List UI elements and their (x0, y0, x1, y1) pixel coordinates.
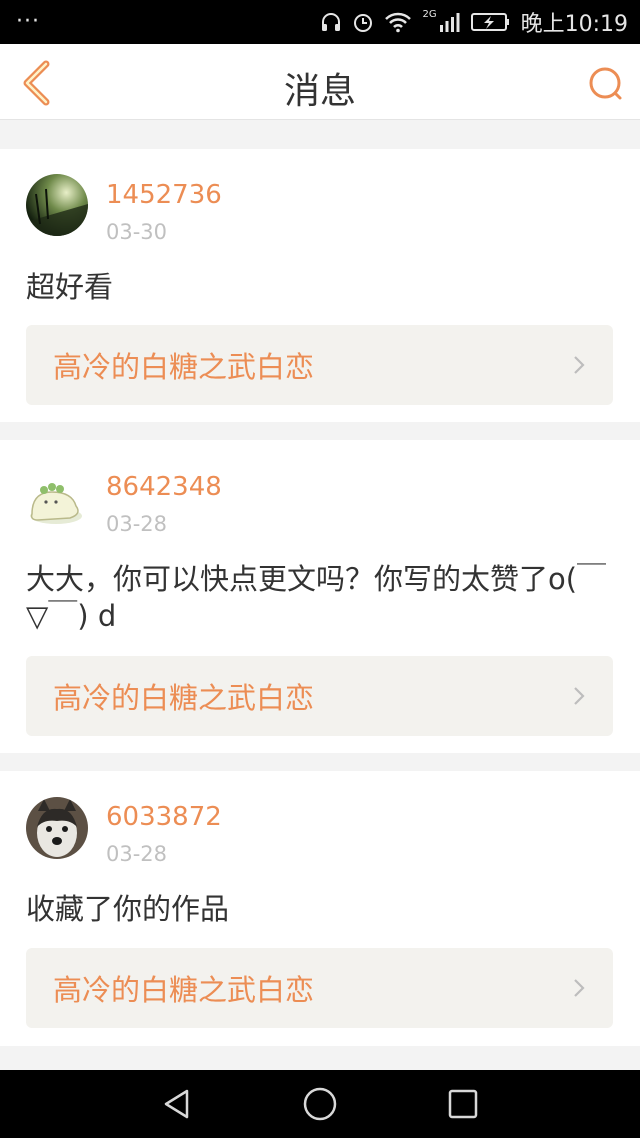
search-button[interactable] (586, 64, 626, 104)
notification-dots: ··· (16, 9, 40, 34)
username[interactable]: 1452736 (106, 180, 222, 210)
avatar[interactable] (26, 174, 88, 236)
status-bar: ··· 2G 晚上10:19 (0, 0, 640, 44)
system-recents-button[interactable] (439, 1080, 487, 1128)
message-date: 03-28 (106, 842, 168, 866)
search-icon (589, 67, 622, 100)
work-title: 高冷的白糖之武白恋 (53, 681, 315, 715)
chevron-right-icon (574, 979, 585, 997)
message-card: 8642348 03-28 大大，你可以快点更文吗？你写的太赞了o(￣▽￣) d… (0, 440, 640, 753)
chevron-right-icon (574, 687, 585, 705)
work-link[interactable]: 高冷的白糖之武白恋 (26, 656, 613, 736)
signal-icon (439, 13, 460, 32)
message-card: 1452736 03-30 超好看 高冷的白糖之武白恋 (0, 149, 640, 422)
square-recents-icon (448, 1089, 478, 1119)
page-title: 消息 (283, 71, 356, 112)
headphones-icon (322, 13, 341, 31)
message-card: 6033872 03-28 收藏了你的作品 高冷的白糖之武白恋 (0, 771, 640, 1046)
system-nav-bar (0, 1070, 640, 1138)
battery-charging-icon (470, 13, 509, 31)
work-title: 高冷的白糖之武白恋 (53, 350, 315, 384)
work-link[interactable]: 高冷的白糖之武白恋 (26, 325, 613, 405)
system-home-button[interactable] (296, 1080, 344, 1128)
message-date: 03-28 (106, 512, 168, 536)
status-icons: 2G 晚上10:19 (320, 6, 628, 38)
message-text: 大大，你可以快点更文吗？你写的太赞了o(￣▽￣) d (26, 562, 607, 633)
system-back-button[interactable] (153, 1080, 201, 1128)
circle-home-icon (303, 1087, 337, 1121)
wifi-icon (385, 12, 412, 33)
triangle-back-icon (164, 1089, 189, 1119)
avatar[interactable] (26, 797, 88, 859)
message-text: 收藏了你的作品 (26, 892, 230, 926)
work-title: 高冷的白糖之武白恋 (53, 973, 315, 1007)
avatar[interactable] (26, 470, 88, 532)
username[interactable]: 6033872 (106, 802, 222, 832)
message-text: 超好看 (26, 270, 114, 304)
chevron-right-icon (574, 356, 585, 374)
header: 消息 (0, 44, 640, 120)
alarm-icon (354, 14, 373, 32)
username[interactable]: 8642348 (106, 472, 222, 502)
network-type-label: 2G (422, 8, 437, 20)
work-link[interactable]: 高冷的白糖之武白恋 (26, 948, 613, 1028)
message-date: 03-30 (106, 220, 168, 244)
clock: 晚上10:19 (520, 12, 628, 37)
